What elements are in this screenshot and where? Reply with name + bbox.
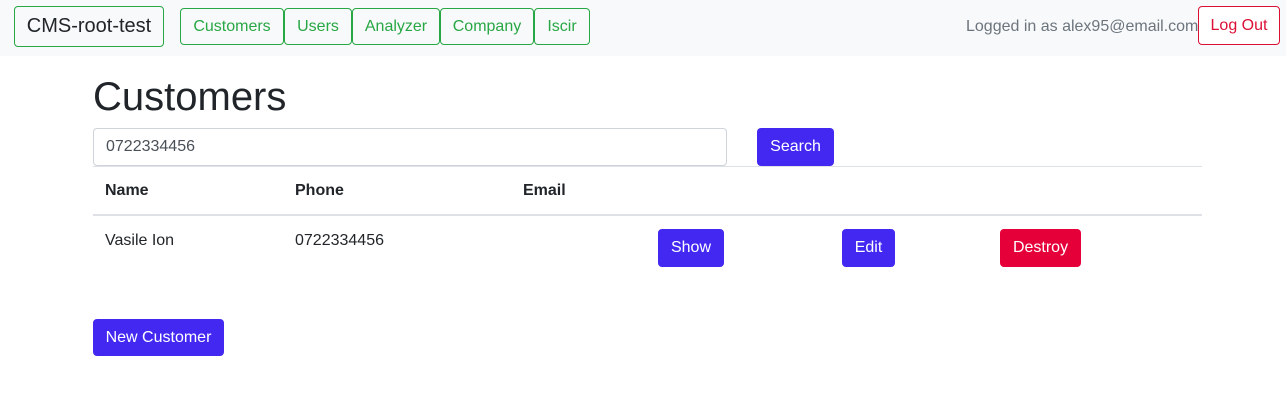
logout-button[interactable]: Log Out <box>1198 6 1280 45</box>
show-button[interactable]: Show <box>658 229 724 267</box>
nav-link-company[interactable]: Company <box>440 8 534 45</box>
edit-button[interactable]: Edit <box>842 229 895 267</box>
destroy-button[interactable]: Destroy <box>1000 229 1081 267</box>
nav-link-users[interactable]: Users <box>284 8 352 45</box>
column-header-phone: Phone <box>295 182 344 199</box>
nav-link-customers[interactable]: Customers <box>180 8 284 45</box>
logged-in-text: Logged in as alex95@email.com <box>966 18 1199 35</box>
navbar: CMS-root-test Customers Users Analyzer C… <box>0 0 1286 56</box>
nav-link-iscir[interactable]: Iscir <box>534 8 590 45</box>
table-top-border <box>93 166 1202 167</box>
search-input[interactable] <box>93 128 727 166</box>
column-header-email: Email <box>523 182 566 199</box>
search-button[interactable]: Search <box>757 128 834 166</box>
nav-link-analyzer[interactable]: Analyzer <box>352 8 440 45</box>
brand-link[interactable]: CMS-root-test <box>14 6 164 47</box>
cell-phone: 0722334456 <box>295 232 384 249</box>
cell-name: Vasile Ion <box>105 232 175 249</box>
table-header-divider <box>93 214 1202 216</box>
page-title: Customers <box>93 75 287 119</box>
new-customer-button[interactable]: New Customer <box>93 319 224 356</box>
column-header-name: Name <box>105 182 149 199</box>
